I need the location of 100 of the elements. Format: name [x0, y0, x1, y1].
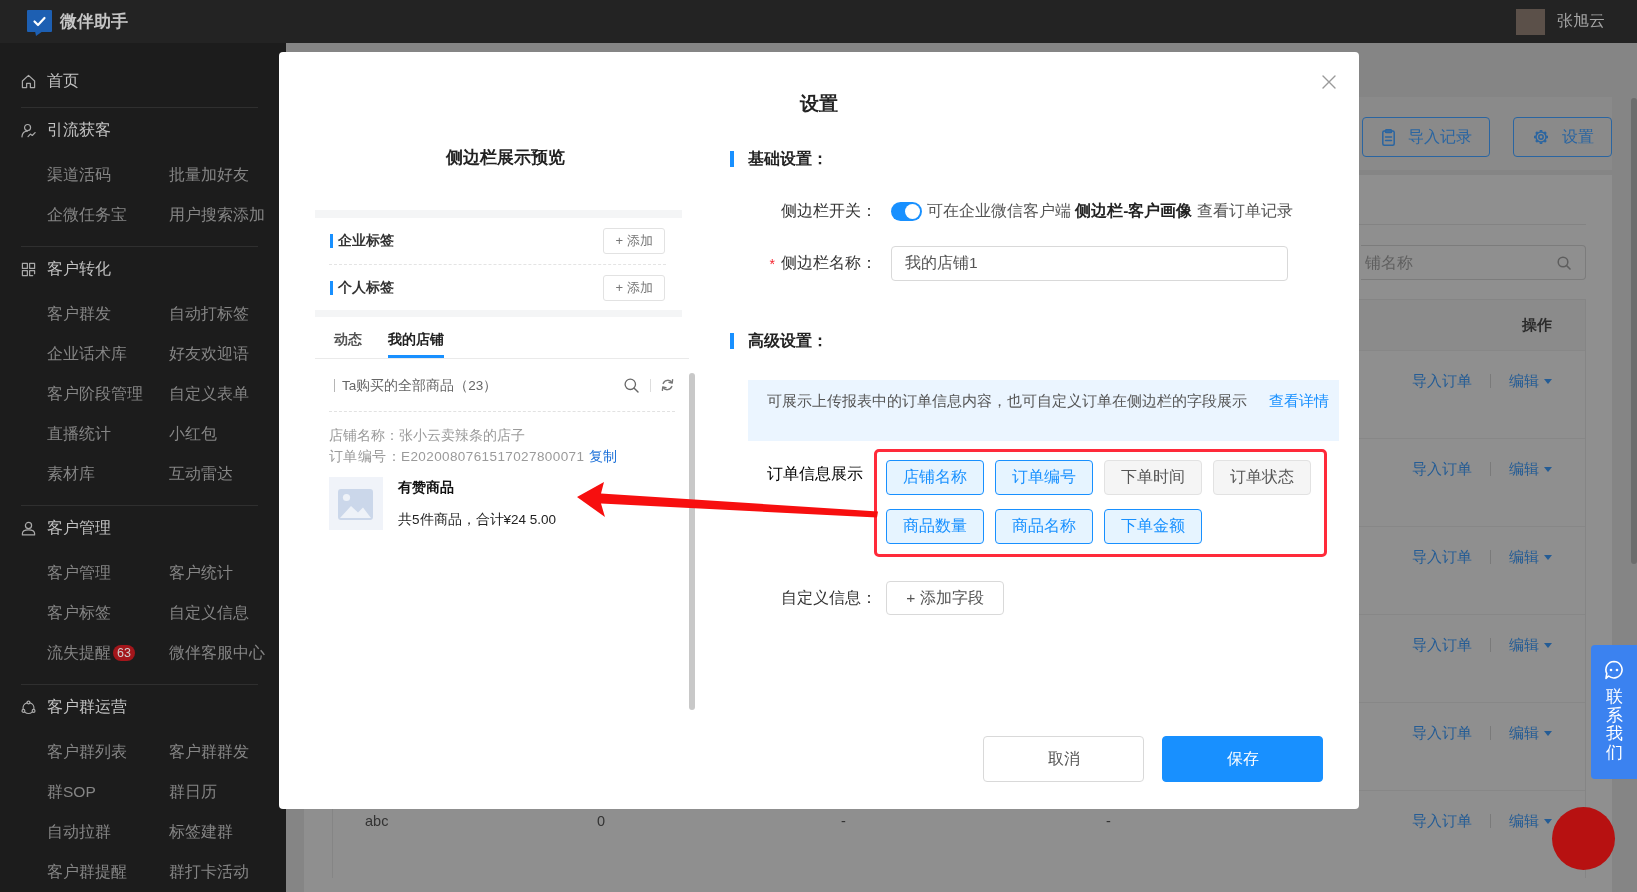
table-cell: - — [841, 813, 846, 829]
section-heading: 高级设置： — [730, 333, 1339, 349]
sidebar-item[interactable]: 客户标签 — [47, 593, 169, 633]
section-heading: 基础设置： — [730, 151, 1339, 167]
sidebar-item[interactable]: 素材库 — [47, 454, 169, 494]
close-icon[interactable] — [1322, 75, 1336, 89]
caret-icon — [1544, 378, 1552, 384]
logo-icon — [27, 10, 52, 36]
sidebar-heading[interactable]: 首页 — [21, 59, 258, 103]
dialog-title: 设置 — [800, 93, 838, 114]
sidebar-item[interactable]: 好友欢迎语 — [169, 334, 249, 374]
sidebar-item[interactable]: 互动雷达 — [169, 454, 249, 494]
sidebar-item[interactable]: 群打卡活动 — [169, 852, 249, 892]
form-label: 侧边栏名称： — [781, 253, 877, 273]
field-tag[interactable]: 订单编号 — [995, 460, 1093, 495]
sidebar-item[interactable]: 客户群发 — [47, 294, 169, 334]
search-icon[interactable] — [624, 377, 639, 393]
section-label: 个人标签 — [330, 280, 394, 295]
sidebar-item[interactable]: 自定义信息 — [169, 593, 265, 633]
field-tag[interactable]: 下单金额 — [1104, 509, 1202, 544]
dialog-button[interactable]: 保存 — [1162, 736, 1323, 782]
person-chart-icon — [21, 122, 36, 138]
photo-placeholder — [1516, 8, 1545, 35]
add-button[interactable]: + 添加 — [603, 228, 665, 254]
order-number-text: 订单编号：E2020080761517027800071 — [329, 448, 585, 466]
required-mark: * — [769, 255, 775, 272]
sidebar-item[interactable]: 群SOP — [47, 772, 169, 812]
scrollbar[interactable] — [689, 373, 695, 710]
table-cell: - — [1106, 813, 1111, 829]
form-label: 侧边栏开关： — [781, 200, 877, 221]
caret-icon — [1544, 466, 1552, 472]
dialog-button[interactable]: 取消 — [983, 736, 1144, 782]
form-label: 订单信息展示 — [767, 464, 864, 484]
sidebar-item[interactable]: 客户群群发 — [169, 732, 249, 772]
sidebar-item[interactable]: 自定义表单 — [169, 374, 249, 414]
user-name: 张旭云 — [1557, 11, 1605, 31]
sidebar-item[interactable]: 客户群提醒 — [47, 852, 169, 892]
grid-icon — [21, 261, 36, 277]
sidebar-item[interactable]: 自动打标签 — [169, 294, 249, 334]
details-link[interactable]: 查看详情 — [1269, 390, 1329, 411]
contact-button[interactable]: 联系我们 — [1591, 645, 1637, 779]
add-field-button[interactable]: + 添加字段 — [886, 581, 1004, 615]
copy-link[interactable]: 复制 — [589, 446, 618, 467]
clipboard-icon — [1382, 128, 1395, 146]
sidebar-item[interactable]: 企微任务宝 — [47, 195, 169, 235]
sidebar-item[interactable]: 批量加好友 — [169, 155, 265, 195]
home-icon — [21, 73, 36, 89]
sidebar-item[interactable]: 流失提醒 63 — [47, 633, 169, 673]
section-label: 企业标签 — [330, 234, 394, 248]
caret-icon — [1544, 554, 1552, 560]
field-tag[interactable]: 下单时间 — [1104, 460, 1202, 495]
sidebar-heading: 引流获客 — [21, 108, 258, 152]
switch-description: 可在企业微信客户端 侧边栏-客户画像 查看订单记录 — [927, 200, 1293, 221]
caret-icon — [1544, 730, 1552, 736]
app-name: 微伴助手 — [60, 10, 128, 32]
field-tag[interactable]: 订单状态 — [1213, 460, 1311, 495]
order-detail-text: 店铺名称：张小云卖辣条的店子 — [329, 427, 526, 445]
list-title: Ta购买的全部商品（23） — [334, 378, 498, 392]
toggle-switch[interactable] — [891, 201, 922, 221]
sidebar-item[interactable]: 标签建群 — [169, 812, 249, 852]
field-tag[interactable]: 商品名称 — [995, 509, 1093, 544]
caret-icon — [1544, 818, 1552, 824]
column-header: 操作 — [1522, 315, 1552, 335]
sidebar-heading: 客户转化 — [21, 247, 258, 291]
sidebar-item[interactable]: 客户统计 — [169, 553, 265, 593]
person-icon — [21, 520, 36, 536]
tab[interactable]: 我的店铺 — [388, 317, 444, 358]
form-label: 自定义信息： — [781, 587, 877, 608]
add-button[interactable]: + 添加 — [603, 274, 665, 301]
table-cell: abc — [365, 813, 389, 829]
sidebar-item[interactable]: 用户搜索添加 — [169, 195, 265, 235]
sidebar-item[interactable]: 客户群列表 — [47, 732, 169, 772]
sidebar-item[interactable]: 客户阶段管理 — [47, 374, 169, 414]
table-cell: 0 — [597, 813, 606, 829]
refresh-icon[interactable] — [661, 378, 674, 392]
field-tag[interactable]: 店铺名称 — [886, 460, 984, 495]
sidebar-item[interactable]: 小红包 — [169, 414, 249, 454]
sidebar-item[interactable]: 渠道活码 — [47, 155, 169, 195]
count-badge: 63 — [113, 645, 135, 661]
chat-icon — [1604, 660, 1624, 680]
preview-title: 侧边栏展示预览 — [445, 147, 566, 169]
sidebar-item[interactable]: 自动拉群 — [47, 812, 169, 852]
text-input[interactable]: 我的店铺1 — [891, 246, 1288, 281]
caret-icon — [1544, 642, 1552, 648]
sidebar-item[interactable]: 直播统计 — [47, 414, 169, 454]
sidebar-item[interactable]: 客户管理 — [47, 553, 169, 593]
product-title: 有赞商品 — [398, 478, 455, 497]
group-icon — [21, 699, 36, 715]
field-tag[interactable]: 商品数量 — [886, 509, 984, 544]
sidebar-heading: 客户管理 — [21, 506, 258, 550]
notice-text: 可展示上传报表中的订单信息内容，也可自定义订单在侧边栏的字段展示 — [767, 391, 1247, 411]
settings-icon — [1533, 129, 1549, 145]
tab[interactable]: 动态 — [334, 317, 362, 358]
sidebar-heading: 客户群运营 — [21, 685, 258, 729]
sidebar-item[interactable]: 企业话术库 — [47, 334, 169, 374]
image-icon — [329, 477, 383, 530]
sidebar-item[interactable]: 群日历 — [169, 772, 249, 812]
scrollbar[interactable] — [1631, 98, 1637, 564]
sidebar-item[interactable]: 微伴客服中心 — [169, 633, 265, 673]
product-summary: 共5件商品，合计¥24 5.00 — [398, 511, 557, 529]
